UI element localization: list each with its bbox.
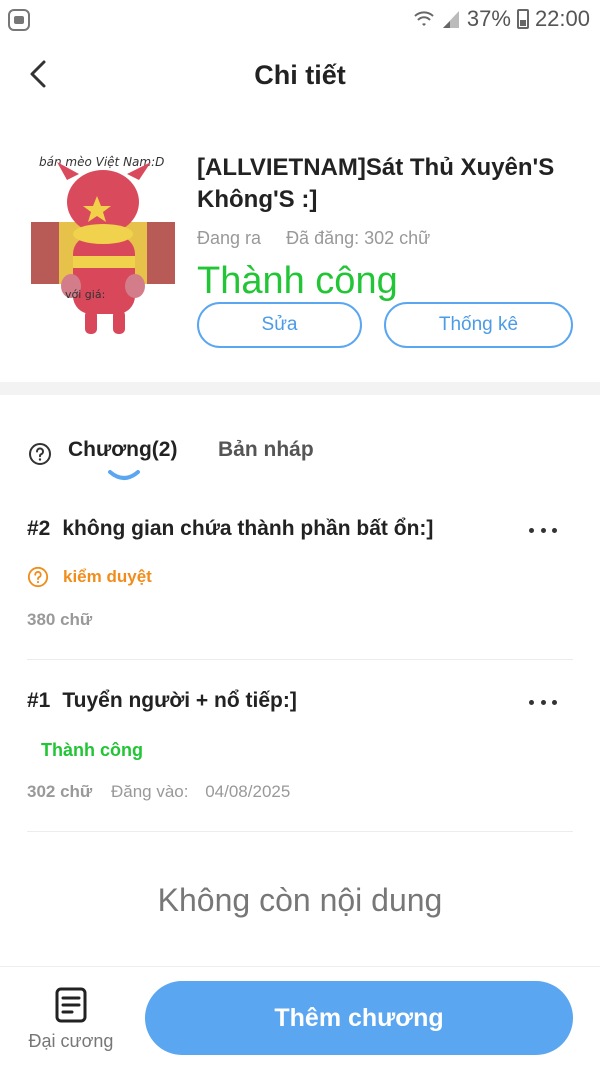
outline-label: Đại cương bbox=[28, 1031, 114, 1051]
success-banner: Thành công bbox=[197, 260, 398, 302]
cover-caption-bottom: với giá: bbox=[65, 288, 105, 301]
signal-icon bbox=[442, 11, 459, 28]
chapter-name: Tuyển người + nổ tiếp:] bbox=[62, 689, 297, 712]
edit-button[interactable]: Sửa bbox=[197, 302, 362, 348]
wifi-icon bbox=[414, 11, 434, 26]
bottom-bar: Đại cương Thêm chương bbox=[0, 966, 600, 1067]
posted-date: 04/08/2025 bbox=[205, 782, 291, 801]
outline-button[interactable]: Đại cương bbox=[14, 985, 128, 1057]
chapter-word-count: 302 chữ bbox=[27, 782, 93, 801]
status-bar: 37% 22:00 bbox=[0, 0, 600, 40]
more-options-button[interactable] bbox=[529, 520, 557, 540]
chapter-meta: 302 chữ Đăng vào: 04/08/2025 bbox=[27, 782, 290, 802]
chapter-name: không gian chứa thành phần bất ổn:] bbox=[62, 517, 434, 540]
chapter-number: #2 bbox=[27, 517, 51, 540]
section-divider bbox=[0, 382, 600, 395]
story-posted-words: Đã đăng: 302 chữ bbox=[286, 228, 431, 248]
chapter-row[interactable]: #2 không gian chứa thành phần bất ổn:] ki… bbox=[27, 500, 573, 660]
status-indicators: 37% 22:00 bbox=[413, 6, 590, 32]
cat-illustration: bán mèo Việt Nam:D với giá: bbox=[27, 138, 179, 350]
help-icon[interactable] bbox=[28, 442, 52, 466]
chapter-number: #1 bbox=[27, 689, 51, 712]
review-help-icon bbox=[27, 566, 49, 588]
review-status-label: kiểm duyệt bbox=[63, 567, 152, 586]
top-header: Chi tiết bbox=[0, 40, 600, 114]
add-chapter-button[interactable]: Thêm chương bbox=[145, 981, 573, 1055]
tab-chapters[interactable]: Chương(2) bbox=[68, 438, 177, 462]
battery-icon bbox=[516, 9, 529, 29]
app-notification-icon bbox=[8, 9, 30, 31]
active-tab-indicator bbox=[108, 470, 140, 480]
battery-percent: 37% bbox=[466, 6, 511, 31]
chapter-meta: 380 chữ bbox=[27, 610, 92, 630]
review-status: kiểm duyệt bbox=[27, 566, 152, 588]
chapter-word-count: 380 chữ bbox=[27, 610, 93, 629]
chapter-title: #1 Tuyển người + nổ tiếp:] bbox=[27, 689, 297, 713]
story-info: bán mèo Việt Nam:D với giá: [ALLVIETNAM]… bbox=[0, 114, 600, 382]
story-meta: Đang ra Đã đăng: 302 chữ bbox=[197, 228, 430, 249]
chapter-tabs: Chương(2) Bản nháp bbox=[0, 420, 600, 490]
more-options-button[interactable] bbox=[529, 692, 557, 712]
clock: 22:00 bbox=[534, 6, 590, 31]
posted-label: Đăng vào: bbox=[110, 782, 189, 801]
story-state: Đang ra bbox=[197, 228, 262, 248]
page-title: Chi tiết bbox=[254, 60, 346, 90]
chapter-row[interactable]: #1 Tuyển người + nổ tiếp:] Thành công 302… bbox=[27, 672, 573, 832]
chapter-title: #2 không gian chứa thành phần bất ổn:] bbox=[27, 517, 433, 541]
success-status: Thành công bbox=[41, 740, 143, 760]
tab-drafts[interactable]: Bản nháp bbox=[218, 438, 314, 462]
document-icon bbox=[55, 987, 87, 1023]
statistics-button[interactable]: Thống kê bbox=[384, 302, 573, 348]
story-title: [ALLVIETNAM]Sát Thủ Xuyên'S Không'S :] bbox=[197, 154, 555, 213]
story-cover-image[interactable]: bán mèo Việt Nam:D với giá: bbox=[27, 138, 179, 350]
empty-message: Không còn nội dung bbox=[157, 882, 443, 918]
